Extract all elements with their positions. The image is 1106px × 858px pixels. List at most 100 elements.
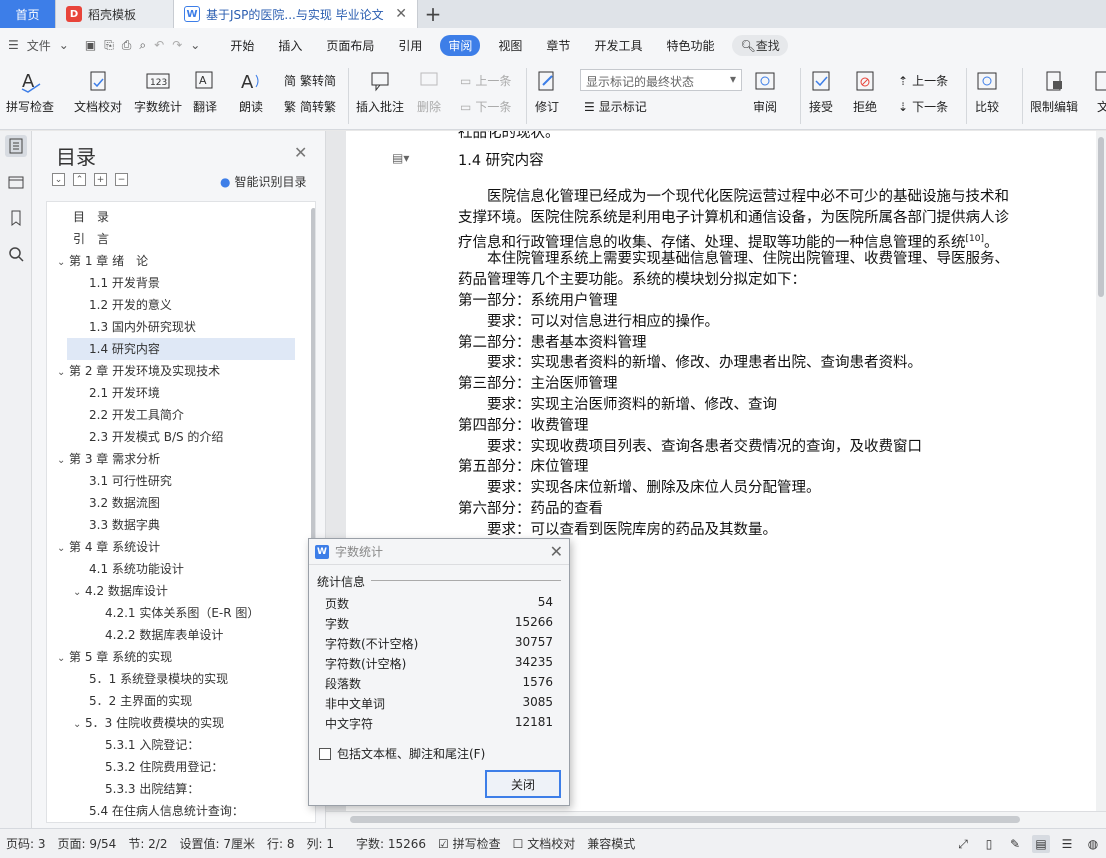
accept-button[interactable]: 接受 — [808, 68, 834, 115]
chevron-down-icon[interactable]: ⌄ — [73, 714, 85, 736]
status-section[interactable]: 节: 2/2 — [122, 835, 173, 852]
toc-item[interactable]: 目 录 — [73, 206, 109, 228]
toc-item[interactable]: 5.4 在住病人信息统计查询： — [89, 800, 244, 822]
vertical-scrollbar[interactable] — [1096, 131, 1106, 811]
delete-comment-button[interactable]: 删除 — [416, 68, 442, 115]
search-icon[interactable] — [5, 243, 27, 265]
menu-review[interactable]: 审阅 — [440, 34, 481, 56]
close-tab-icon[interactable]: ✕ — [395, 6, 407, 22]
toc-item[interactable]: ⌄ 第 5 章 系统的实现 — [57, 646, 172, 668]
chevron-down-icon[interactable]: ⌄ — [57, 648, 69, 670]
toc-item[interactable]: ⌄ 第 4 章 系统设计 — [57, 536, 160, 558]
toc-item[interactable]: 4.2.1 实体关系图（E-R 图） — [105, 602, 259, 624]
show-markup-button[interactable]: ☰ 显示标记 — [584, 98, 647, 115]
redo-icon[interactable]: ↷ — [172, 38, 182, 52]
toc-item[interactable]: ⌄ 第 3 章 需求分析 — [57, 448, 160, 470]
review-pane-button[interactable]: 审阅 — [752, 68, 778, 115]
toc-item[interactable]: 引 言 — [73, 228, 109, 250]
toc-item[interactable]: ⌄ 4.2 数据库设计 — [73, 580, 168, 602]
status-spell[interactable]: ☑ 拼写检查 — [432, 835, 507, 852]
doc-more-button[interactable]: 文 — [1090, 68, 1106, 115]
menu-devtools[interactable]: 开发工具 — [582, 37, 654, 54]
toc-item[interactable]: 5.3.3 出院结算： — [105, 778, 199, 800]
page-view-icon[interactable]: ▤ — [1032, 835, 1050, 853]
spell-check-button[interactable]: A 拼写检查 — [6, 68, 54, 115]
undo-icon[interactable]: ↶ — [154, 38, 164, 52]
toc-item[interactable]: 5.3.2 住院费用登记： — [105, 756, 223, 778]
toc-item[interactable]: 5．2 主界面的实现 — [89, 690, 192, 712]
next-comment-button[interactable]: ▭ 下一条 — [460, 98, 511, 115]
web-view-icon[interactable]: ◍ — [1084, 835, 1102, 853]
more-icon[interactable]: ⌄ — [190, 38, 200, 52]
close-icon[interactable]: ✕ — [550, 542, 563, 561]
prev-comment-button[interactable]: ▭ 上一条 — [460, 72, 511, 89]
toc-panel-icon[interactable] — [5, 135, 27, 157]
horizontal-scrollbar[interactable] — [326, 811, 1106, 828]
toc-item[interactable]: 3.1 可行性研究 — [89, 470, 172, 492]
chapter-nav-icon[interactable] — [5, 171, 27, 193]
search-button[interactable]: 🔍︎查找 — [732, 34, 788, 56]
chevron-down-icon[interactable]: ⌄ — [73, 582, 85, 604]
fullscreen-icon[interactable]: ⤢ — [954, 835, 972, 853]
tab-home[interactable]: 首页 — [0, 0, 56, 28]
simp-to-trad-button[interactable]: 繁简转繁 — [284, 98, 336, 115]
toc-item[interactable]: ⌄ 第 2 章 开发环境及实现技术 — [57, 360, 220, 382]
chevron-down-icon[interactable]: ⌄ — [57, 450, 69, 472]
menu-features[interactable]: 特色功能 — [654, 37, 726, 54]
status-setting[interactable]: 设置值: 7厘米 — [173, 835, 261, 852]
menu-insert[interactable]: 插入 — [266, 37, 314, 54]
compare-button[interactable]: 比较 — [974, 68, 1000, 115]
bookmark-icon[interactable] — [5, 207, 27, 229]
checkbox-box[interactable] — [319, 747, 331, 760]
close-button[interactable]: 关闭 — [485, 770, 561, 798]
next-change-button[interactable]: ⇣ 下一条 — [898, 98, 948, 115]
write-mode-icon[interactable]: ✎ — [1006, 835, 1024, 853]
read-aloud-button[interactable]: A 朗读 — [238, 68, 264, 115]
save-icon[interactable]: ▣ — [85, 38, 96, 52]
toc-item[interactable]: 4.2.2 数据库表单设计 — [105, 624, 223, 646]
scrollbar-thumb[interactable] — [350, 816, 1020, 823]
preview-icon[interactable]: ⌕ — [139, 38, 146, 53]
expand-all-icon[interactable]: ⌃ — [73, 173, 86, 186]
new-tab-icon[interactable]: + — [418, 0, 448, 28]
toc-item[interactable]: 1.3 国内外研究现状 — [89, 316, 196, 338]
proofread-button[interactable]: 文档校对 — [74, 68, 122, 115]
status-proof[interactable]: ☐ 文档校对 — [507, 835, 582, 852]
status-pages[interactable]: 页面: 9/54 — [52, 835, 123, 852]
remove-heading-icon[interactable]: − — [115, 173, 128, 186]
menu-view[interactable]: 视图 — [486, 37, 534, 54]
toc-item[interactable]: ⌄ 5．3 住院收费模块的实现 — [73, 712, 224, 734]
word-count-button[interactable]: 123 字数统计 — [134, 68, 182, 115]
chevron-down-icon[interactable]: ⌄ — [57, 362, 69, 384]
status-page[interactable]: 页码: 3 — [0, 835, 52, 852]
menu-reference[interactable]: 引用 — [386, 37, 434, 54]
toc-item[interactable]: 3.2 数据流图 — [89, 492, 160, 514]
status-words[interactable]: 字数: 15266 — [350, 835, 432, 852]
toc-item[interactable]: 2.3 开发模式 B/S 的介绍 — [89, 426, 223, 448]
menu-start[interactable]: 开始 — [218, 37, 266, 54]
outline-view-icon[interactable]: ☰ — [1058, 835, 1076, 853]
chevron-down-icon[interactable]: ⌄ — [57, 252, 69, 274]
prev-change-button[interactable]: ⇡ 上一条 — [898, 72, 948, 89]
toc-item[interactable]: 2.1 开发环境 — [89, 382, 160, 404]
scrollbar-thumb[interactable] — [1098, 137, 1104, 297]
toc-item[interactable]: 5．1 系统登录模块的实现 — [89, 668, 228, 690]
toc-item[interactable]: 5.3.1 入院登记： — [105, 734, 199, 756]
trad-to-simp-button[interactable]: 简繁转简 — [284, 72, 336, 89]
reading-mode-icon[interactable]: ▯ — [980, 835, 998, 853]
include-textbox-checkbox[interactable]: 包括文本框、脚注和尾注(F) — [319, 745, 485, 762]
chevron-down-icon[interactable]: ⌄ — [57, 538, 69, 560]
tab-document[interactable]: W 基于JSP的医院...与实现 毕业论文 ✕ — [174, 0, 418, 28]
insert-comment-button[interactable]: 插入批注 — [356, 68, 404, 115]
restrict-edit-button[interactable]: 限制编辑 — [1030, 68, 1078, 115]
translate-button[interactable]: A 翻译 — [192, 68, 218, 115]
toc-item[interactable]: 1.2 开发的意义 — [89, 294, 172, 316]
paragraph-menu-icon[interactable]: ▤▾ — [392, 151, 409, 165]
toc-item[interactable]: ⌄ 第 1 章 绪 论 — [57, 250, 148, 272]
toc-item[interactable]: 1.1 开发背景 — [89, 272, 160, 294]
reject-button[interactable]: 拒绝 — [852, 68, 878, 115]
add-heading-icon[interactable]: + — [94, 173, 107, 186]
toc-item[interactable]: 4.1 系统功能设计 — [89, 558, 184, 580]
menu-chapter[interactable]: 章节 — [534, 37, 582, 54]
toc-item[interactable]: 2.2 开发工具简介 — [89, 404, 184, 426]
